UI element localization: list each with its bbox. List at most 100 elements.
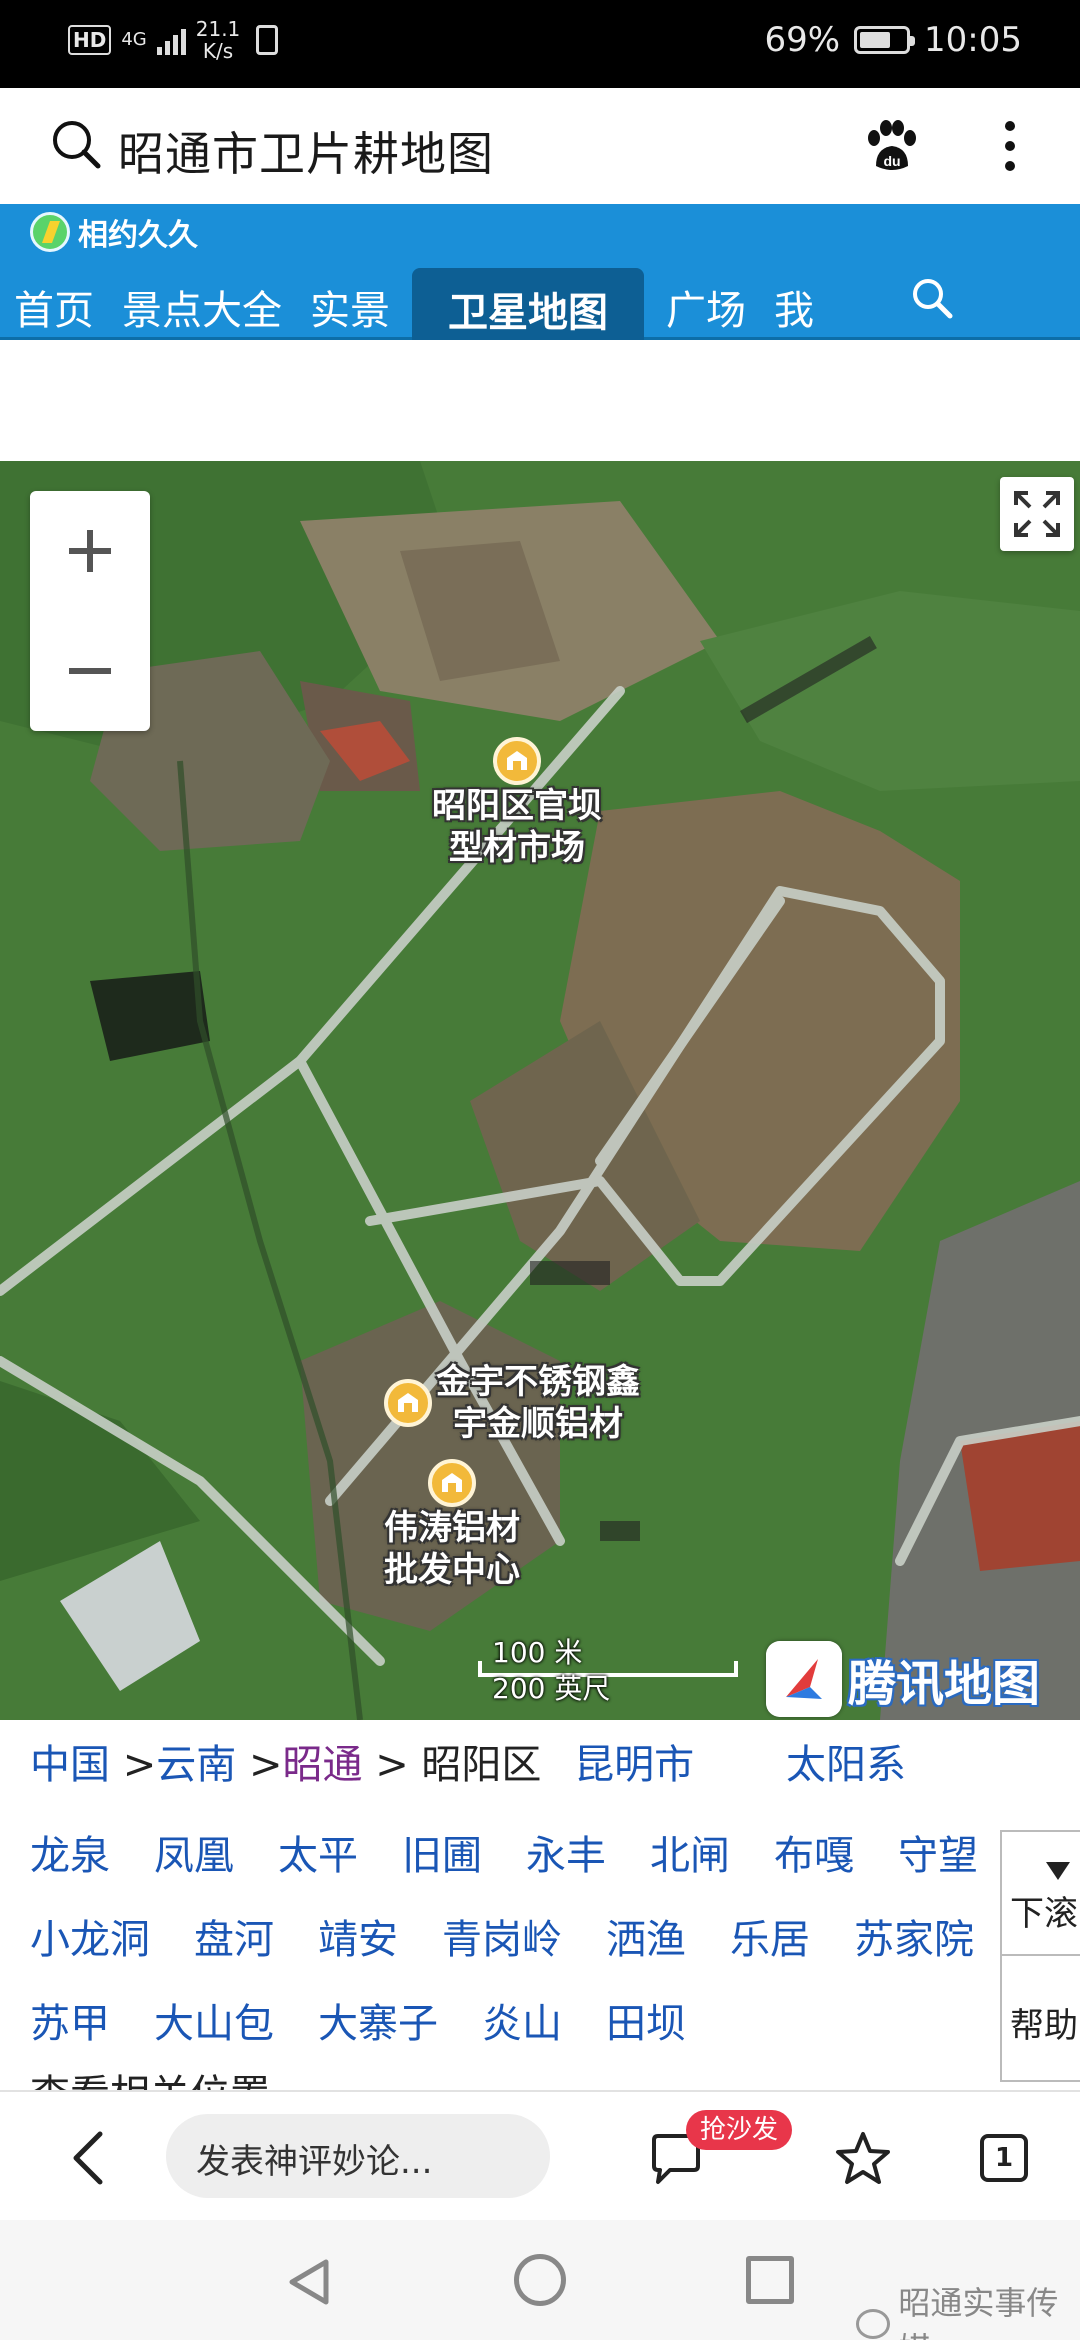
breadcrumb: 中国 >云南 >昭通 > 昭阳区 昆明市 太阳系 (30, 1732, 906, 1790)
link-sujia[interactable]: 苏甲 (30, 1991, 110, 2049)
nav-plaza[interactable]: 广场 (652, 268, 760, 340)
poi-jinyu-steel[interactable]: 金宇不锈钢鑫 宇金顺铝材 (384, 1361, 640, 1445)
scale-imperial: 200 英尺 (492, 1672, 611, 1705)
crumb-zhaotong[interactable]: 昭通 (282, 1742, 362, 1788)
crumb-sep: > (375, 1742, 409, 1788)
scroll-down-button[interactable]: 下滚 (1002, 1832, 1080, 1956)
link-sujiayuan[interactable]: 苏家院 (854, 1907, 974, 1965)
link-panhe[interactable]: 盘河 (194, 1907, 274, 1965)
crumb-zhaoyang: 昭阳区 (421, 1742, 542, 1788)
link-row: 龙泉 凤凰 太平 旧圃 永丰 北闸 布嘎 守望 (30, 1810, 1010, 1894)
poi-label-line2: 批发中心 (384, 1550, 520, 1590)
crumb-sep: > (122, 1742, 157, 1788)
map-provider-logo: 腾讯地图 (766, 1641, 1040, 1717)
nav-satellite-map[interactable]: 卫星地图 (412, 268, 644, 340)
sofa-badge[interactable]: 抢沙发 (686, 2110, 793, 2150)
zoom-out-button[interactable] (30, 611, 150, 731)
nav-recents-icon[interactable] (746, 2256, 794, 2304)
poi-label-line2: 型材市场 (449, 828, 585, 868)
comment-input[interactable]: 发表神评妙论... (166, 2114, 550, 2198)
link-yanshan[interactable]: 炎山 (482, 1991, 562, 2049)
link-qinggangling[interactable]: 青岗岭 (442, 1907, 562, 1965)
satellite-map[interactable]: 昭阳区官坝 型材市场 金宇不锈钢鑫 宇金顺铝材 伟涛铝材 批发中心 100 米 … (0, 461, 1080, 1720)
link-jiupu[interactable]: 旧圃 (402, 1823, 482, 1881)
watermark-text: 昭通实事传媒 (898, 2284, 1059, 2340)
status-left: HD 4G 21.1 K/s (68, 18, 279, 62)
link-buga[interactable]: 布嘎 (774, 1823, 854, 1881)
star-icon[interactable] (834, 2130, 892, 2188)
poi-label-line1: 伟涛铝材 (384, 1508, 520, 1548)
baidu-paw-icon[interactable]: du (860, 116, 922, 178)
link-dazhaizi[interactable]: 大寨子 (318, 1991, 438, 2049)
tabs-button[interactable]: 1 (980, 2134, 1028, 2182)
arrow-down-icon (1046, 1862, 1070, 1880)
link-row: 苏甲 大山包 大寨子 炎山 田坝 (30, 1978, 1010, 2062)
site-header: 相约久久 首页 景点大全 实景 卫星地图 广场 我 (0, 204, 1080, 340)
link-jingan[interactable]: 靖安 (318, 1907, 398, 1965)
link-tianba[interactable]: 田坝 (606, 1991, 686, 2049)
poi-label-line2: 宇金顺铝材 (453, 1404, 623, 1444)
site-logo[interactable]: 相约久久 (30, 210, 198, 254)
browser-search-bar[interactable]: 昭通市卫片耕地图 du (0, 88, 1080, 204)
link-taiping[interactable]: 太平 (278, 1823, 358, 1881)
link-shouwang[interactable]: 守望 (898, 1823, 978, 1881)
status-right: 69% 10:05 (764, 20, 1022, 60)
system-nav-bar: 昭通实事传媒 (0, 2220, 1080, 2340)
site-search-icon[interactable] (910, 276, 954, 320)
nav-back-icon[interactable] (284, 2256, 334, 2308)
search-query[interactable]: 昭通市卫片耕地图 (118, 118, 494, 184)
crumb-yunnan[interactable]: 云南 (156, 1742, 236, 1788)
scroll-down-label: 下滚 (1010, 1894, 1078, 1934)
link-kunming[interactable]: 昆明市 (574, 1742, 694, 1788)
nav-home-icon[interactable] (514, 2254, 566, 2306)
nav-home[interactable]: 首页 (0, 268, 108, 340)
help-button[interactable]: 帮助 (1002, 1958, 1080, 2082)
link-sayu[interactable]: 洒渔 (606, 1907, 686, 1965)
more-vertical-icon[interactable] (992, 116, 1028, 176)
svg-text:du: du (883, 153, 900, 169)
satellite-imagery (0, 461, 1080, 1720)
zoom-in-button[interactable] (30, 491, 150, 611)
plus-icon (69, 530, 111, 572)
status-bar: HD 4G 21.1 K/s 69% 10:05 (0, 0, 1080, 88)
battery-icon (854, 26, 916, 54)
nav-realview[interactable]: 实景 (296, 268, 404, 340)
battery-percent: 69% (764, 20, 841, 60)
tencent-map-icon (766, 1641, 842, 1717)
signal-icon (156, 25, 186, 55)
nav-attractions[interactable]: 景点大全 (108, 268, 296, 340)
poi-weitao-aluminum[interactable]: 伟涛铝材 批发中心 (384, 1459, 520, 1591)
link-leju[interactable]: 乐居 (730, 1907, 810, 1965)
nearby-links: 龙泉 凤凰 太平 旧圃 永丰 北闸 布嘎 守望 小龙洞 盘河 靖安 青岗岭 洒渔… (30, 1810, 1010, 2062)
weibo-icon (856, 2309, 891, 2339)
link-xiaolongdong[interactable]: 小龙洞 (30, 1907, 150, 1965)
hd-indicator: HD (68, 25, 112, 55)
network-type: 4G (121, 29, 147, 50)
floating-side-panel: 下滚 帮助 (1000, 1830, 1080, 2082)
link-beizha[interactable]: 北闸 (650, 1823, 730, 1881)
link-fenghuang[interactable]: 凤凰 (154, 1823, 234, 1881)
link-dashanbao[interactable]: 大山包 (154, 1991, 274, 2049)
link-yongfeng[interactable]: 永丰 (526, 1823, 606, 1881)
location-content: 中国 >云南 >昭通 > 昭阳区 昆明市 太阳系 龙泉 凤凰 太平 旧圃 永丰 … (0, 1720, 1080, 2090)
back-icon[interactable] (64, 2128, 112, 2188)
poi-label-group: 金宇不锈钢鑫 宇金顺铝材 (436, 1361, 640, 1445)
search-icon[interactable] (50, 118, 102, 170)
link-longquan[interactable]: 龙泉 (30, 1823, 110, 1881)
crumb-sep: > (248, 1742, 283, 1788)
clock: 10:05 (924, 20, 1022, 60)
vibrate-icon (256, 25, 279, 55)
zoom-control (30, 491, 150, 731)
logo-text: 相约久久 (78, 218, 198, 253)
link-solar-system[interactable]: 太阳系 (786, 1732, 906, 1790)
ad-blank-area (0, 343, 1080, 461)
crumb-china[interactable]: 中国 (30, 1742, 110, 1788)
nav-me[interactable]: 我 (760, 268, 828, 340)
net-speed: 21.1 K/s (196, 18, 241, 62)
net-speed-unit: K/s (202, 39, 234, 63)
logo-icon (30, 212, 70, 252)
fullscreen-icon[interactable] (1000, 477, 1074, 551)
poi-guanba-market[interactable]: 昭阳区官坝 型材市场 (432, 737, 602, 869)
watermark: 昭通实事传媒 (856, 2278, 1080, 2340)
poi-pin-icon (493, 737, 541, 785)
